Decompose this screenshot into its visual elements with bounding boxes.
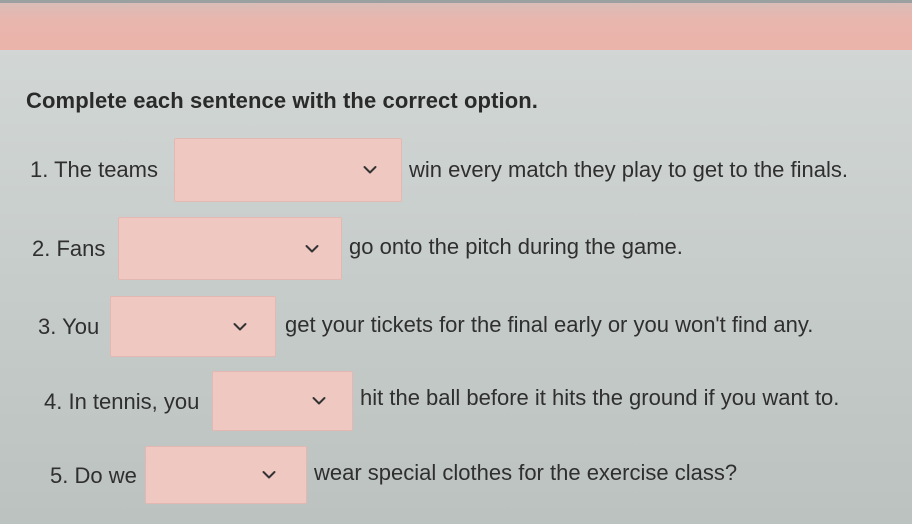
sentence-2-dropdown[interactable] — [118, 217, 342, 280]
chevron-down-icon — [312, 397, 326, 405]
sentence-5-dropdown[interactable] — [145, 446, 307, 504]
top-band — [0, 0, 912, 50]
sentence-3-before: 3. You — [38, 314, 100, 339]
sentence-2-before: 2. Fans — [32, 236, 106, 261]
chevron-down-icon — [305, 244, 319, 252]
sentence-3-after: get your tickets for the final early or … — [285, 312, 814, 337]
sentence-5-before: 5. Do we — [50, 463, 137, 488]
sentence-5-after: wear special clothes for the exercise cl… — [314, 460, 738, 485]
sentence-4-after: hit the ball before it hits the ground i… — [360, 385, 840, 410]
sentence-4-dropdown[interactable] — [212, 371, 353, 431]
chevron-down-icon — [233, 322, 247, 330]
chevron-down-icon — [262, 471, 276, 479]
sentence-4-before: 4. In tennis, you — [44, 389, 200, 414]
sentence-1-after: win every match they play to get to the … — [409, 157, 849, 182]
instruction-heading: Complete each sentence with the correct … — [26, 88, 539, 113]
sentence-3-dropdown[interactable] — [110, 296, 276, 357]
sentence-2-after: go onto the pitch during the game. — [349, 234, 683, 259]
chevron-down-icon — [363, 166, 377, 174]
sentence-1-dropdown[interactable] — [174, 138, 402, 202]
sentence-1-before: 1. The teams — [30, 157, 158, 182]
